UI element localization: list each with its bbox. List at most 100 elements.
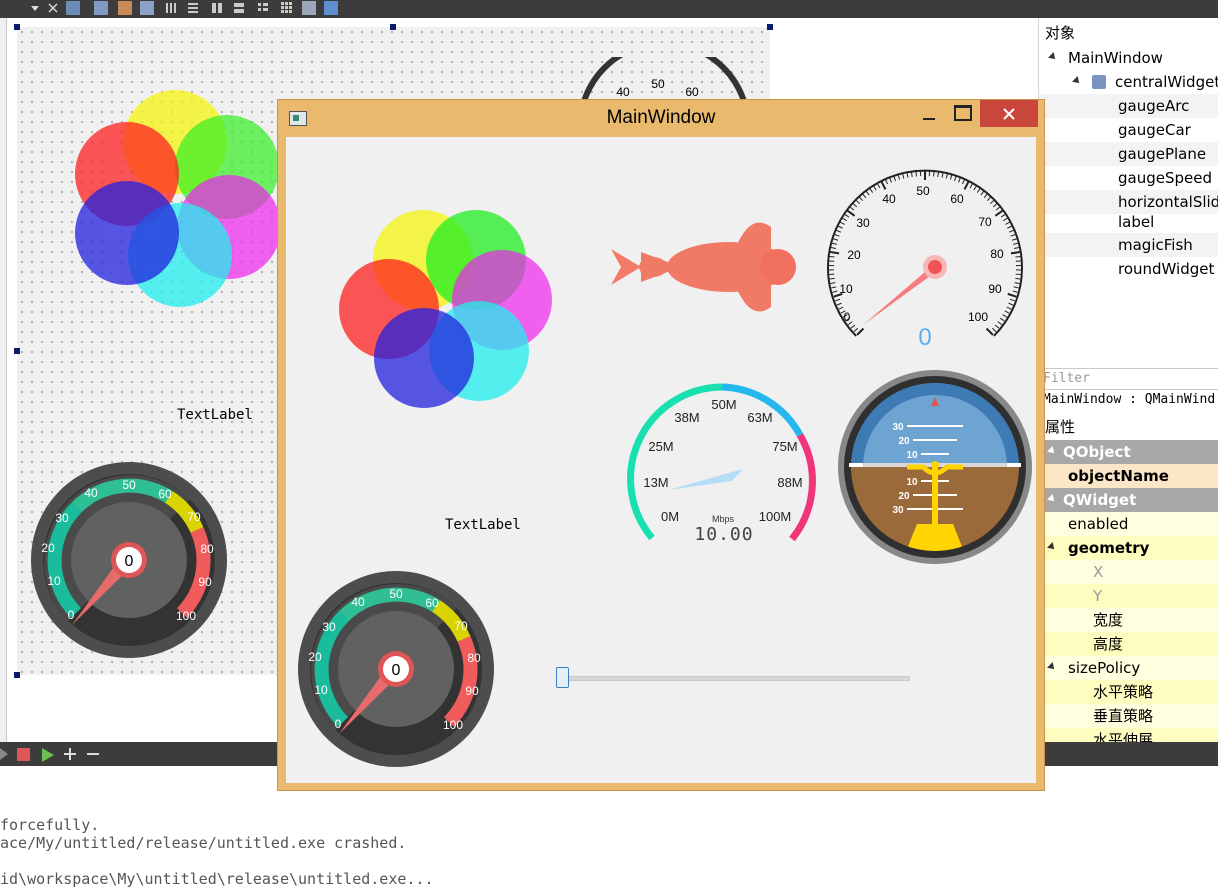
arc-tick-mark xyxy=(1005,221,1011,225)
property-row-sizepolicy[interactable]: sizePolicy xyxy=(1039,656,1218,680)
object-item-roundwidget[interactable]: roundWidget xyxy=(1039,257,1218,281)
arc-tick-label: 60 xyxy=(950,192,964,206)
selection-handle[interactable] xyxy=(14,348,20,354)
layout-horizontal-icon[interactable] xyxy=(164,1,178,15)
arc-tick-mark xyxy=(991,327,997,332)
object-inspector: 对象 MainWindow centralWidget gaugeArc gau… xyxy=(1038,18,1218,368)
adjust-size-icon[interactable] xyxy=(324,1,338,15)
maximize-button[interactable] xyxy=(954,105,972,121)
arc-tick-mark xyxy=(831,286,837,289)
splitter-vertical-icon[interactable] xyxy=(232,1,246,15)
edit-tab-order-icon[interactable] xyxy=(140,1,154,15)
car-tick: 0 xyxy=(335,717,342,731)
speed-tick-label: 63M xyxy=(747,410,772,425)
object-item-centralwidget[interactable]: centralWidget xyxy=(1039,70,1218,94)
pitch-label: 20 xyxy=(898,491,910,502)
arc-tick-mark xyxy=(1014,282,1020,284)
arc-gauge-value: 0 xyxy=(918,324,931,347)
main-window[interactable]: MainWindow TextLabel 0 10 20 30 40 50 60… xyxy=(277,99,1045,791)
run-icon[interactable] xyxy=(0,748,8,760)
round-widget-preview xyxy=(75,90,281,307)
arc-tick-mark xyxy=(842,217,847,222)
arc-tick-label: 30 xyxy=(856,216,870,230)
object-item-gaugeplane[interactable]: gaugePlane xyxy=(1039,142,1218,166)
minus-icon[interactable] xyxy=(86,747,100,761)
pitch-label: 10 xyxy=(906,477,918,488)
title-bar[interactable]: MainWindow xyxy=(278,100,1044,136)
minimize-button[interactable] xyxy=(920,104,940,124)
property-row-width[interactable]: 宽度 xyxy=(1039,608,1218,632)
horizontal-slider-handle[interactable] xyxy=(556,667,569,688)
stop-icon[interactable] xyxy=(17,748,30,761)
object-item-gaugearc[interactable]: gaugeArc xyxy=(1039,94,1218,118)
selection-handle[interactable] xyxy=(14,672,20,678)
selection-handle[interactable] xyxy=(390,24,396,30)
rerun-icon[interactable] xyxy=(40,747,56,762)
arc-tick-mark xyxy=(830,250,840,255)
dropdown-arrow-icon[interactable] xyxy=(28,1,42,15)
arc-tick-mark xyxy=(1013,286,1019,289)
edit-signals-icon[interactable] xyxy=(94,1,108,15)
pitch-label: 20 xyxy=(898,436,910,447)
break-layout-icon[interactable] xyxy=(302,1,316,15)
object-item-mainwindow[interactable]: MainWindow xyxy=(1039,46,1218,70)
object-item-gaugespeed[interactable]: gaugeSpeed xyxy=(1039,166,1218,190)
close-button[interactable] xyxy=(980,100,1038,127)
object-item-gaugecar[interactable]: gaugeCar xyxy=(1039,118,1218,142)
car-tick: 0 xyxy=(68,608,75,622)
selection-handle[interactable] xyxy=(14,24,20,30)
property-row-x[interactable]: X xyxy=(1039,560,1218,584)
pitch-label: 30 xyxy=(892,422,904,433)
object-item-label[interactable]: label xyxy=(1039,210,1218,234)
arc-tick-mark xyxy=(954,176,957,182)
arc-tick-mark xyxy=(969,183,973,189)
car-gauge-value: 0 xyxy=(392,662,401,679)
arc-tick-mark xyxy=(1015,255,1021,258)
arc-tick-mark xyxy=(1014,247,1020,250)
arc-tick-mark xyxy=(906,172,909,178)
edit-widgets-icon[interactable] xyxy=(66,1,80,15)
expand-arrow-icon[interactable] xyxy=(1048,52,1058,62)
car-tick: 20 xyxy=(308,650,322,664)
property-filter[interactable]: Filter xyxy=(1039,368,1218,390)
arc-tick-mark xyxy=(997,321,1003,326)
gauge-plane: 30 20 10 10 20 30 xyxy=(838,370,1032,564)
arc-tick-mark xyxy=(897,174,901,180)
speed-tick-label: 50 xyxy=(651,77,665,91)
arc-tick-mark xyxy=(835,298,841,302)
selection-handle[interactable] xyxy=(767,24,773,30)
property-row-geometry[interactable]: geometry xyxy=(1039,536,1218,560)
close-icon[interactable] xyxy=(46,1,60,15)
speed-needle xyxy=(668,469,743,490)
layout-form-icon[interactable] xyxy=(256,1,270,15)
arc-tick-mark xyxy=(949,174,953,180)
property-row-qwidget[interactable]: QWidget xyxy=(1039,488,1218,512)
horizontal-slider-track[interactable] xyxy=(556,676,910,681)
edit-buddies-icon[interactable] xyxy=(118,1,132,15)
property-row-enabled[interactable]: enabled xyxy=(1039,512,1218,536)
property-row-vpolicy[interactable]: 垂直策略 xyxy=(1039,704,1218,728)
plus-icon[interactable] xyxy=(63,747,77,761)
arc-tick-mark xyxy=(910,171,913,177)
designer-toolbar xyxy=(0,0,1218,18)
property-row-objectname[interactable]: objectName xyxy=(1039,464,1218,488)
property-row-hpolicy[interactable]: 水平策略 xyxy=(1039,680,1218,704)
property-row-qobject[interactable]: QObject xyxy=(1039,440,1218,464)
expand-arrow-icon[interactable] xyxy=(1072,76,1082,86)
gauge-speed: 0M 13M 25M 38M 50M 63M 75M 88M 100M Mbps… xyxy=(627,383,816,545)
arc-tick-mark xyxy=(893,176,896,182)
layout-vertical-icon[interactable] xyxy=(186,1,200,15)
property-row-height[interactable]: 高度 xyxy=(1039,632,1218,656)
arc-tick-mark xyxy=(829,255,835,258)
layout-grid-icon[interactable] xyxy=(280,1,294,15)
text-label: TextLabel xyxy=(445,517,521,533)
arc-tick-mark xyxy=(1004,310,1010,314)
property-row-y[interactable]: Y xyxy=(1039,584,1218,608)
arc-tick-mark xyxy=(850,324,856,329)
arc-tick-mark xyxy=(838,306,844,310)
car-gauge-value: 0 xyxy=(125,553,134,570)
object-inspector-title: 对象 xyxy=(1045,24,1076,42)
object-item-magicfish[interactable]: magicFish xyxy=(1039,233,1218,257)
splitter-horizontal-icon[interactable] xyxy=(210,1,224,15)
close-icon xyxy=(1003,108,1015,120)
